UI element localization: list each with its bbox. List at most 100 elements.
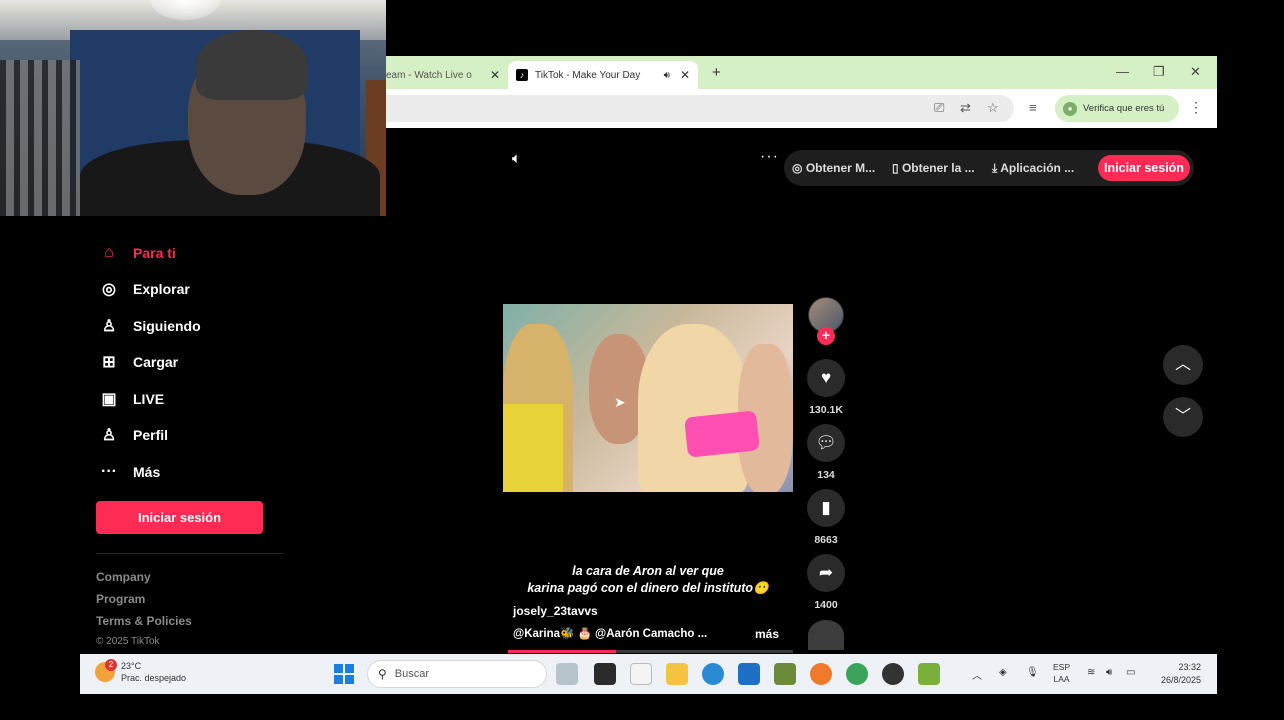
search-placeholder: Buscar	[394, 668, 430, 680]
weather-widget[interactable]: 2 23°C Prac. despejado	[95, 659, 186, 684]
next-video-button[interactable]: ﹀	[1163, 397, 1203, 437]
chrome-icon[interactable]	[846, 663, 868, 685]
tab-previous[interactable]: eam - Watch Live o ✕	[386, 61, 508, 89]
edge-browser-icon[interactable]	[702, 663, 724, 685]
top-action-bar: ◎ Obtener M... ▯ Obtener la ... ⤓ Aplica…	[784, 150, 1194, 186]
webcam-overlay	[0, 0, 386, 216]
weather-temp: 23°C	[121, 661, 142, 671]
windows-taskbar: 2 23°C Prac. despejado ⚲ Buscar ︿ ◈ 🎙︎ E…	[80, 654, 1217, 694]
copyright-text: © 2025 TikTok	[96, 636, 160, 647]
address-bar[interactable]	[386, 95, 1014, 122]
volume-icon[interactable]: 🔈︎	[512, 150, 521, 167]
application-button[interactable]: ⤓ Aplicación ...	[992, 161, 1074, 176]
sidebar-item-siguiendo[interactable]: ♙ Siguiendo	[98, 311, 201, 341]
media-control-icon[interactable]: ≡	[1029, 100, 1037, 115]
footer-company-link[interactable]: Company	[96, 570, 151, 584]
verify-profile-button[interactable]: ● Verifica que eres tú	[1055, 95, 1179, 122]
sidebar-item-mas[interactable]: ··· Más	[98, 457, 160, 487]
like-count: 130.1K	[809, 404, 843, 416]
speaker-icon[interactable]: 🔊︎	[664, 70, 670, 81]
save-button[interactable]: ▮	[807, 489, 845, 527]
following-icon: ♙	[101, 318, 117, 335]
sidebar-divider	[96, 553, 284, 554]
more-options-icon[interactable]: ···	[760, 148, 779, 166]
bluestacks-icon[interactable]	[918, 663, 940, 685]
sidebar-item-live[interactable]: ▣ LIVE	[98, 384, 164, 414]
get-app-button[interactable]: ▯ Obtener la ...	[892, 161, 975, 175]
store-icon[interactable]	[738, 663, 760, 685]
share-button[interactable]: ➦	[807, 554, 845, 592]
minecraft-icon[interactable]	[774, 663, 796, 685]
footer-terms-link[interactable]: Terms & Policies	[96, 614, 192, 628]
author-username[interactable]: josely_23tavvs	[513, 604, 598, 618]
get-mode-button[interactable]: ◎ Obtener M...	[792, 161, 875, 175]
comment-button[interactable]: 💬︎	[807, 424, 845, 462]
profile-icon: ♙	[101, 427, 117, 444]
windows-start-icon[interactable]	[334, 664, 354, 684]
sidebar-item-perfil[interactable]: ♙ Perfil	[98, 420, 168, 450]
home-icon: ⌂	[104, 244, 114, 261]
terminal-icon[interactable]	[594, 663, 616, 685]
tray-overflow-icon[interactable]: ︿	[972, 667, 982, 682]
microphone-icon[interactable]: 🎙︎	[1026, 667, 1039, 678]
battery-icon[interactable]: ▭	[1126, 667, 1135, 678]
new-tab-icon[interactable]: +	[712, 64, 721, 81]
file-explorer-icon[interactable]	[666, 663, 688, 685]
sidebar-item-label: Cargar	[133, 354, 179, 370]
video-progress-bar[interactable]	[508, 650, 793, 653]
sidebar-item-para-ti[interactable]: ⌂ Para ti	[98, 238, 176, 268]
minimize-icon[interactable]: —	[1116, 64, 1129, 79]
obs-icon[interactable]	[882, 663, 904, 685]
sidebar-item-cargar[interactable]: ⊞ Cargar	[98, 347, 178, 377]
compass-icon: ◎	[102, 281, 116, 298]
restore-icon[interactable]: ❐	[1153, 64, 1165, 80]
tab-tiktok[interactable]: ♪ TikTok - Make Your Day 🔊︎ ✕	[508, 61, 698, 89]
translate-icon[interactable]: ⇄	[960, 100, 971, 116]
window-close-icon[interactable]: ✕	[1190, 64, 1201, 80]
video-caption: la cara de Aron al ver que karina pagó c…	[503, 563, 793, 597]
browser-toolbar: ⎚ ⇄ ☆ ≡ ● Verifica que eres tú ⋮	[386, 89, 1217, 128]
more-caption-link[interactable]: más	[755, 627, 779, 641]
more-icon: ···	[101, 463, 117, 480]
tiktok-favicon-icon: ♪	[516, 69, 528, 81]
clock-time: 23:32	[1178, 662, 1201, 672]
notepad-icon[interactable]	[630, 663, 652, 685]
sidebar-item-label: LIVE	[133, 391, 165, 407]
footer-program-link[interactable]: Program	[96, 592, 145, 606]
close-icon[interactable]: ✕	[490, 68, 500, 82]
system-clock[interactable]: 23:32 26/8/2025	[1161, 661, 1201, 687]
comment-count: 134	[817, 469, 835, 481]
language-indicator[interactable]: ESP LAA	[1053, 661, 1070, 685]
login-button-sidebar[interactable]: Iniciar sesión	[96, 501, 263, 534]
weather-sun-icon: 2	[95, 659, 117, 682]
like-button[interactable]: ♥	[807, 359, 845, 397]
video-player[interactable]	[503, 304, 793, 492]
wifi-icon[interactable]: ≋	[1087, 667, 1095, 678]
sidebar-item-label: Para ti	[133, 245, 176, 261]
bookmark-icon: ▮	[821, 498, 831, 517]
chevron-up-icon: ︿	[1174, 356, 1191, 373]
sidebar-item-explorar[interactable]: ◎ Explorar	[98, 274, 190, 304]
search-icon: ⚲	[378, 667, 387, 681]
task-view-icon[interactable]	[556, 663, 578, 685]
heart-icon: ♥	[820, 368, 832, 387]
menu-kebab-icon[interactable]: ⋮	[1189, 99, 1203, 116]
follow-plus-icon[interactable]: +	[817, 327, 835, 345]
tray-app-icon[interactable]: ◈	[999, 667, 1007, 678]
previous-video-button[interactable]: ︿	[1163, 345, 1203, 385]
firefox-icon[interactable]	[810, 663, 832, 685]
volume-tray-icon[interactable]: 🔊︎	[1106, 667, 1112, 678]
bookmark-star-icon[interactable]: ☆	[987, 100, 999, 116]
mentions-text[interactable]: @Karina🐝 🎂 @Aarón Camacho ...	[513, 626, 707, 640]
taskbar-search[interactable]: ⚲ Buscar	[367, 660, 547, 688]
cast-icon[interactable]: ⎚	[934, 100, 944, 116]
login-button-top[interactable]: Iniciar sesión	[1098, 155, 1190, 181]
music-disc-icon[interactable]	[808, 620, 844, 650]
profile-icon: ●	[1063, 101, 1077, 116]
tab-title: TikTok - Make Your Day	[535, 69, 641, 81]
save-count: 8663	[814, 534, 838, 546]
clock-date: 26/8/2025	[1160, 675, 1201, 685]
caption-line: karina pagó con el dinero del instituto😶	[527, 581, 769, 595]
tab-title: eam - Watch Live o	[386, 69, 472, 81]
close-icon[interactable]: ✕	[680, 68, 690, 82]
